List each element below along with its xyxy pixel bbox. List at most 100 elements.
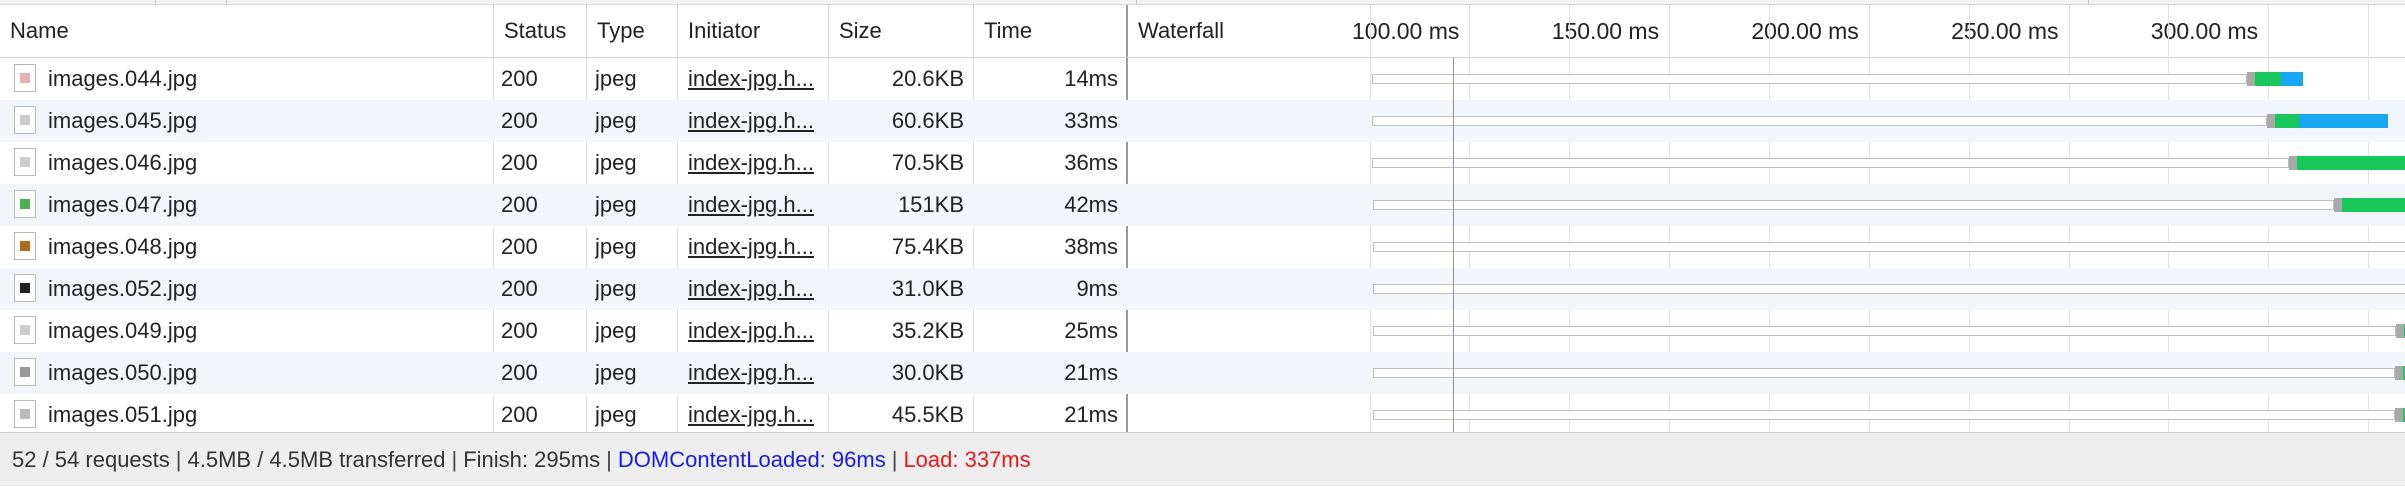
request-size: 20.6KB <box>891 66 964 91</box>
column-header-initiator[interactable]: Initiator <box>678 5 828 57</box>
request-type: jpeg <box>595 234 637 259</box>
image-thumb-icon <box>20 115 30 125</box>
request-name[interactable]: images.048.jpg <box>48 226 488 268</box>
request-row[interactable]: images.049.jpg 200 jpeg index-jpg.h... 35.2K… <box>0 310 2405 352</box>
waterfall-waiting-bar <box>2274 114 2299 128</box>
request-list: images.044.jpg 200 jpeg index-jpg.h... 20.6K… <box>0 58 2405 432</box>
request-time: 14ms <box>1064 66 1118 91</box>
request-name[interactable]: images.044.jpg <box>48 58 488 100</box>
table-header: Name Status Type Initiator Size Time Wat… <box>0 5 2405 58</box>
request-row[interactable]: images.048.jpg 200 jpeg index-jpg.h... 75.4K… <box>0 226 2405 268</box>
request-size: 60.6KB <box>891 108 964 133</box>
request-time: 42ms <box>1064 192 1118 217</box>
request-name[interactable]: images.052.jpg <box>48 268 488 310</box>
waterfall-queue-bar <box>1373 368 2396 378</box>
request-initiator-link[interactable]: index-jpg.h... <box>688 310 824 352</box>
request-name[interactable]: images.050.jpg <box>48 352 488 394</box>
request-name[interactable]: images.045.jpg <box>48 100 488 142</box>
request-initiator-link[interactable]: index-jpg.h... <box>688 142 824 184</box>
image-thumb-icon <box>20 157 30 167</box>
waterfall-queue-bar <box>1373 326 2397 336</box>
waterfall-stalled-bar <box>2395 408 2404 422</box>
column-header-size[interactable]: Size <box>829 5 973 57</box>
request-row[interactable]: images.051.jpg 200 jpeg index-jpg.h... 45.5K… <box>0 394 2405 436</box>
request-type: jpeg <box>595 108 637 133</box>
waterfall-stalled-bar <box>2247 72 2256 86</box>
domcontentloaded-time: DOMContentLoaded: 96ms <box>617 447 886 472</box>
image-file-icon <box>14 148 36 176</box>
request-row[interactable]: images.050.jpg 200 jpeg index-jpg.h... 30.0K… <box>0 352 2405 394</box>
domcontentloaded-marker <box>1453 58 1455 432</box>
request-type: jpeg <box>595 150 637 175</box>
request-status: 200 <box>501 192 538 217</box>
request-type: jpeg <box>595 276 637 301</box>
timeline-label: 150.00 ms <box>1551 18 1660 44</box>
request-name[interactable]: images.046.jpg <box>48 142 488 184</box>
request-row[interactable]: images.047.jpg 200 jpeg index-jpg.h... 151KB… <box>0 184 2405 226</box>
request-row[interactable]: images.046.jpg 200 jpeg index-jpg.h... 70.5K… <box>0 142 2405 184</box>
waterfall-waiting-bar <box>2297 156 2405 170</box>
column-header-type[interactable]: Type <box>587 5 677 57</box>
image-file-icon <box>14 232 36 260</box>
request-time: 36ms <box>1064 150 1118 175</box>
waterfall-queue-bar <box>1373 242 2405 252</box>
request-row[interactable]: images.044.jpg 200 jpeg index-jpg.h... 20.6K… <box>0 58 2405 100</box>
request-status: 200 <box>501 402 538 427</box>
image-thumb-icon <box>20 241 30 251</box>
waterfall-waiting-bar <box>2255 72 2281 86</box>
request-size: 31.0KB <box>891 276 964 301</box>
request-time: 21ms <box>1064 402 1118 427</box>
request-type: jpeg <box>595 318 637 343</box>
request-count: 52 / 54 requests <box>12 447 170 472</box>
request-row[interactable]: images.045.jpg 200 jpeg index-jpg.h... 60.6K… <box>0 100 2405 142</box>
request-status: 200 <box>501 360 538 385</box>
request-initiator-link[interactable]: index-jpg.h... <box>688 226 824 268</box>
timeline-label: 250.00 ms <box>1951 18 2059 44</box>
request-type: jpeg <box>595 360 637 385</box>
request-status: 200 <box>501 234 538 259</box>
image-thumb-icon <box>20 409 30 419</box>
request-initiator-link[interactable]: index-jpg.h... <box>688 394 824 436</box>
waterfall-receiving-bar <box>2280 72 2304 86</box>
request-time: 33ms <box>1064 108 1118 133</box>
image-file-icon <box>14 190 36 218</box>
network-panel: Name Status Type Initiator Size Time Wat… <box>0 0 2405 486</box>
request-initiator-link[interactable]: index-jpg.h... <box>688 100 824 142</box>
waterfall-stalled-bar <box>2395 366 2404 380</box>
waterfall-queue-bar <box>1371 74 2247 84</box>
request-size: 35.2KB <box>891 318 964 343</box>
waterfall-receiving-bar <box>2298 114 2389 128</box>
request-size: 75.4KB <box>891 234 964 259</box>
request-status: 200 <box>501 66 538 91</box>
image-file-icon <box>14 316 36 344</box>
status-bar: 52 / 54 requests | 4.5MB / 4.5MB transferr… <box>0 432 2405 486</box>
image-thumb-icon <box>20 367 30 377</box>
column-header-name[interactable]: Name <box>0 5 493 57</box>
waterfall-queue-bar <box>1373 410 2396 420</box>
image-thumb-icon <box>20 199 30 209</box>
request-initiator-link[interactable]: index-jpg.h... <box>688 184 824 226</box>
image-file-icon <box>14 274 36 302</box>
request-initiator-link[interactable]: index-jpg.h... <box>688 352 824 394</box>
request-name[interactable]: images.047.jpg <box>48 184 488 226</box>
column-header-time[interactable]: Time <box>974 5 1126 57</box>
column-header-status[interactable]: Status <box>494 5 586 57</box>
request-initiator-link[interactable]: index-jpg.h... <box>688 58 824 100</box>
request-status: 200 <box>501 150 538 175</box>
timeline-label: 200.00 ms <box>1751 18 1859 44</box>
waterfall-stalled-bar <box>2289 156 2298 170</box>
request-time: 9ms <box>1076 276 1118 301</box>
request-initiator-link[interactable]: index-jpg.h... <box>688 268 824 310</box>
request-size: 30.0KB <box>891 360 964 385</box>
request-time: 21ms <box>1064 360 1118 385</box>
timeline-label: 100.00 ms <box>1351 18 1460 44</box>
request-name[interactable]: images.051.jpg <box>48 394 488 436</box>
request-type: jpeg <box>595 192 637 217</box>
request-name[interactable]: images.049.jpg <box>48 310 488 352</box>
request-size: 151KB <box>897 192 964 217</box>
waterfall-queue-bar <box>1371 116 2267 126</box>
request-row[interactable]: images.052.jpg 200 jpeg index-jpg.h... 31.0K… <box>0 268 2405 310</box>
request-type: jpeg <box>595 66 637 91</box>
request-type: jpeg <box>595 402 637 427</box>
image-file-icon <box>14 106 36 134</box>
